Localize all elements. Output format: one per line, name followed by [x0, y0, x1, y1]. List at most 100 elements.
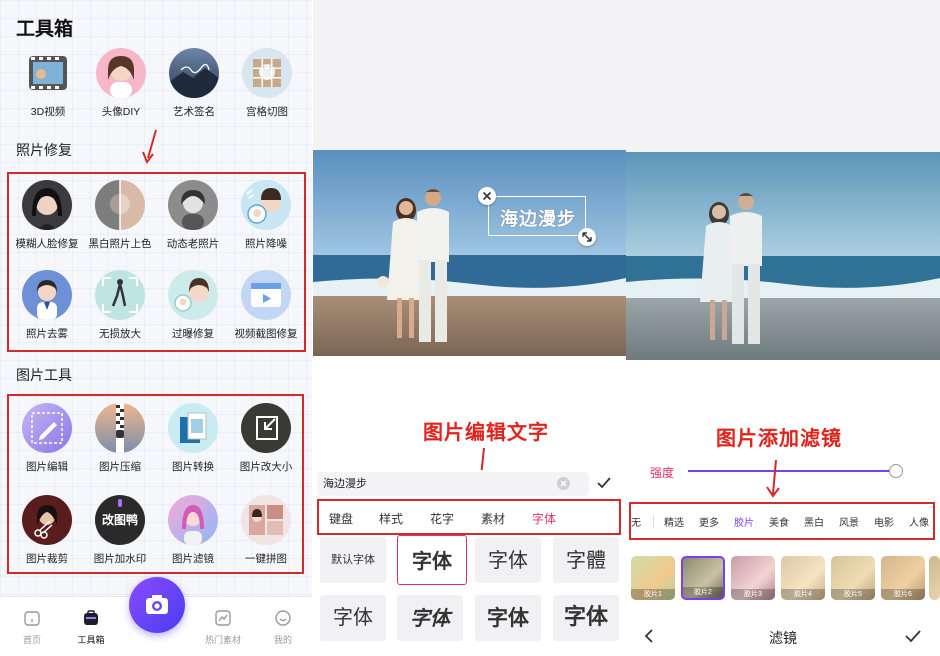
confirm-check-icon[interactable] — [596, 475, 612, 491]
filter-thumb[interactable]: 胶片3 — [731, 556, 775, 600]
clear-input-button[interactable] — [557, 477, 570, 490]
tool-3d-video[interactable]: 3D视频 — [11, 48, 85, 119]
tab-label: 首页 — [22, 635, 41, 645]
denoise-icon — [241, 180, 291, 230]
tool-avatar-diy[interactable]: 头像DIY — [84, 48, 158, 119]
tab-hot-material[interactable]: 热门素材 — [198, 609, 248, 646]
tool-upscale[interactable]: 无损放大 — [83, 270, 157, 341]
filter-thumb[interactable]: 胶片4 — [781, 556, 825, 600]
tool-label: 宫格切图 — [246, 106, 288, 118]
tool-label: 照片降噪 — [245, 238, 287, 250]
strength-slider[interactable] — [688, 470, 902, 472]
font-option[interactable]: 字体 — [475, 595, 541, 641]
font-option[interactable]: 字体 — [397, 595, 463, 641]
tab-keyboard[interactable]: 键盘 — [329, 510, 353, 527]
filter-tab-more[interactable]: 更多 — [699, 514, 719, 529]
tab-style[interactable]: 样式 — [379, 510, 403, 527]
tool-image-resize[interactable]: 图片改大小 — [229, 403, 303, 474]
filter-thumb[interactable]: 胶片6 — [881, 556, 925, 600]
tab-home[interactable]: 首页 — [7, 609, 57, 646]
camera-button[interactable] — [129, 577, 185, 633]
filter-tab-landscape[interactable]: 风景 — [839, 514, 859, 529]
filter-thumb[interactable]: 胶片1 — [631, 556, 675, 600]
tool-image-convert[interactable]: 图片转换 — [156, 403, 230, 474]
tool-image-compress[interactable]: 图片压缩 — [83, 403, 157, 474]
tool-label: 过曝修复 — [172, 328, 214, 340]
font-option[interactable]: 字体 — [320, 595, 386, 641]
font-option-default[interactable]: 默认字体 — [320, 537, 386, 583]
tool-denoise[interactable]: 照片降噪 — [229, 180, 303, 251]
tool-label: 图片改大小 — [239, 461, 293, 473]
tool-overexposure[interactable]: 过曝修复 — [156, 270, 230, 341]
resize-icon — [241, 403, 291, 453]
tool-face-restore[interactable]: 模糊人脸修复 — [10, 180, 84, 251]
tab-material[interactable]: 素材 — [481, 510, 505, 527]
filter-thumb-partial[interactable] — [929, 556, 940, 600]
camera-icon — [146, 595, 168, 614]
tab-profile[interactable]: 我的 — [258, 609, 308, 646]
filter-tab-movie[interactable]: 电影 — [874, 514, 894, 529]
tool-dehaze[interactable]: 照片去雾 — [10, 270, 84, 341]
text-input[interactable]: 海边漫步 — [317, 472, 589, 496]
delete-text-button[interactable] — [478, 187, 496, 205]
tab-fancy-text[interactable]: 花字 — [430, 510, 454, 527]
font-option[interactable]: 字體 — [553, 537, 619, 583]
crop-scissors-icon — [22, 495, 72, 545]
font-label: 字体 — [488, 548, 528, 572]
filter-thumb-selected[interactable]: 胶片2 — [681, 556, 725, 600]
red-arrow-icon — [766, 459, 780, 498]
tool-label: 图片编辑 — [26, 461, 68, 473]
filter-tab-featured[interactable]: 精选 — [664, 514, 684, 529]
tab-font[interactable]: 字体 — [532, 510, 556, 527]
tool-image-edit[interactable]: 图片编辑 — [10, 403, 84, 474]
tool-video-frame[interactable]: 视频截图修复 — [229, 270, 303, 341]
tab-label: 热门素材 — [204, 635, 241, 645]
tool-colorize[interactable]: 黑白照片上色 — [83, 180, 157, 251]
home-icon — [24, 611, 40, 626]
strength-slider-thumb[interactable] — [889, 464, 903, 478]
animate-photo-icon — [168, 180, 218, 230]
tool-label: 3D视频 — [30, 106, 66, 118]
tool-image-filter[interactable]: 图片滤镜 — [156, 495, 230, 566]
watermark-icon: 改图鸭 — [95, 495, 145, 545]
filter-category-tabs: 无 精选 更多 胶片 美食 黑白 风景 电影 人像 — [629, 502, 935, 540]
font-option-selected[interactable]: 字体 — [397, 535, 467, 585]
filter-tab-portrait[interactable]: 人像 — [909, 514, 929, 529]
filter-tab-film[interactable]: 胶片 — [734, 514, 754, 529]
tool-label: 无损放大 — [99, 328, 141, 340]
beach-photo — [313, 150, 626, 356]
filter-tab-bw[interactable]: 黑白 — [804, 514, 824, 529]
composite-screenshot: 工具箱 3D视频 头像DIY 艺术签名 宫格切图 照片修复 模糊人脸修复 黑白照… — [0, 0, 940, 656]
text-tool-tabs: 键盘 样式 花字 素材 字体 — [317, 499, 621, 535]
font-label: 字体 — [410, 606, 450, 630]
watermark-text: 改图鸭 — [101, 513, 138, 527]
text-input-value: 海边漫步 — [323, 478, 367, 490]
tab-label: 工具箱 — [77, 635, 105, 645]
tool-animate-photo[interactable]: 动态老照片 — [156, 180, 230, 251]
tool-art-signature[interactable]: 艺术签名 — [157, 48, 231, 119]
text-overlay-box[interactable]: 海边漫步 — [488, 196, 586, 236]
resize-text-handle[interactable] — [578, 228, 596, 246]
filter-tab-none[interactable]: 无 — [631, 514, 641, 529]
font-option[interactable]: 字体 — [553, 595, 619, 641]
font-option[interactable]: 字体 — [475, 537, 541, 583]
tool-label: 动态老照片 — [166, 238, 220, 250]
tool-grid-cut[interactable]: 宫格切图 — [230, 48, 304, 119]
tool-label: 黑白照片上色 — [88, 238, 152, 250]
tool-image-crop[interactable]: 图片裁剪 — [10, 495, 84, 566]
font-label: 字体 — [333, 607, 373, 629]
filter-tab-food[interactable]: 美食 — [769, 514, 789, 529]
beach-photo-filtered — [626, 152, 940, 360]
tool-label: 视频截图修复 — [234, 328, 298, 340]
grid-cut-icon — [242, 48, 292, 98]
toolbox-screen: 工具箱 3D视频 头像DIY 艺术签名 宫格切图 照片修复 模糊人脸修复 黑白照… — [0, 0, 312, 656]
tool-collage[interactable]: 一键拼图 — [229, 495, 303, 566]
filter-screen: 图片添加滤镜 强度 无 精选 更多 胶片 美食 黑白 风景 电影 人像 胶片1 … — [626, 0, 940, 656]
strength-label: 强度 — [650, 466, 675, 480]
tool-image-watermark[interactable]: 改图鸭 图片加水印 — [83, 495, 157, 566]
tab-toolbox[interactable]: 工具箱 — [66, 609, 116, 646]
filter-thumb[interactable]: 胶片5 — [831, 556, 875, 600]
confirm-check-icon[interactable] — [904, 627, 922, 645]
caption-edit-text: 图片编辑文字 — [423, 422, 549, 444]
close-icon — [482, 191, 492, 201]
